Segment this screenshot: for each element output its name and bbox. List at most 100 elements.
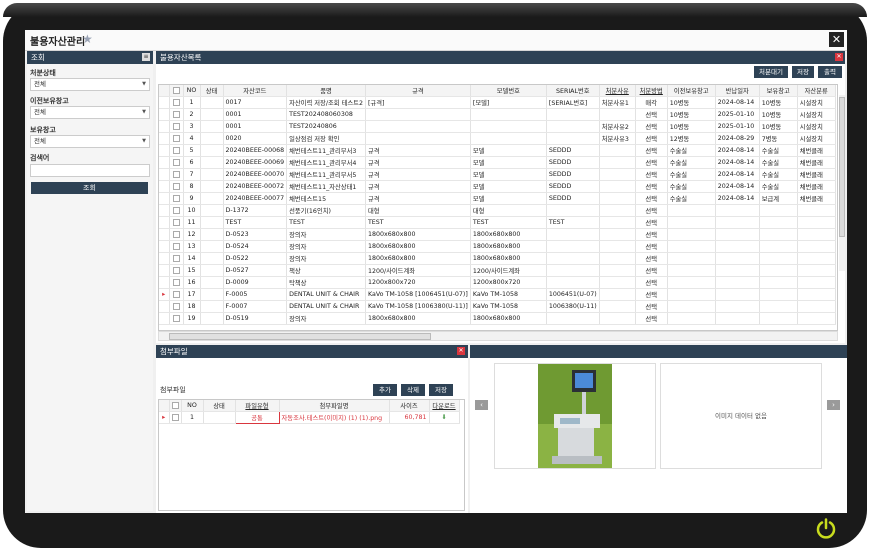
table-cell[interactable] [546, 252, 600, 265]
table-cell[interactable] [200, 264, 224, 277]
table-cell[interactable]: 장의자 [286, 252, 366, 265]
table-cell[interactable] [599, 288, 636, 301]
table-cell[interactable]: 5 [183, 144, 201, 157]
table-cell[interactable]: 선택 [635, 144, 668, 157]
table-cell[interactable]: 1200/사이드계좌 [365, 264, 471, 277]
table-cell[interactable] [759, 252, 798, 265]
row-checkbox[interactable] [169, 216, 184, 229]
checkbox[interactable] [172, 170, 180, 178]
column-header[interactable]: 처분사유 [599, 85, 636, 97]
table-cell[interactable]: 10병동 [759, 120, 798, 133]
table-cell[interactable] [667, 228, 716, 241]
table-cell[interactable] [667, 312, 716, 325]
table-cell[interactable] [599, 108, 636, 121]
table-cell[interactable] [599, 156, 636, 169]
table-row[interactable]: 16 D-0009 탁책상 1200x800x720 1200x800x720 선택 [159, 276, 836, 289]
table-cell[interactable] [200, 228, 224, 241]
column-header[interactable]: 반납일자 [715, 85, 760, 97]
table-cell[interactable]: 장의자 [286, 240, 366, 253]
table-cell[interactable]: 선택 [635, 276, 668, 289]
table-cell[interactable] [797, 252, 836, 265]
table-cell[interactable]: TEST [365, 216, 471, 229]
table-cell[interactable] [599, 300, 636, 313]
table-cell[interactable]: 10병동 [667, 120, 716, 133]
table-cell[interactable] [200, 156, 224, 169]
table-cell[interactable]: 수술실 [667, 156, 716, 169]
column-header[interactable]: 파일유형 [235, 400, 280, 412]
table-cell[interactable] [797, 228, 836, 241]
table-cell[interactable] [200, 120, 224, 133]
table-cell[interactable]: 1200x800x720 [470, 276, 547, 289]
table-cell[interactable]: DENTAL UNIT & CHAIR [286, 288, 366, 301]
table-cell[interactable]: 선택 [635, 108, 668, 121]
table-cell[interactable] [599, 144, 636, 157]
row-checkbox[interactable] [169, 264, 184, 277]
table-cell[interactable]: 채번테스트15 [286, 192, 366, 205]
table-cell[interactable] [200, 300, 224, 313]
table-cell[interactable]: D-0523 [223, 228, 288, 241]
table-cell[interactable]: F-0007 [223, 300, 288, 313]
table-cell[interactable] [797, 288, 836, 301]
table-cell[interactable]: 7병동 [759, 132, 798, 145]
table-cell[interactable]: 수술실 [759, 156, 798, 169]
table-row[interactable]: 4 0020 일상점검 저장 확인 처분사유3 선택 12병동 2024-08-29 7병동 시… [159, 132, 836, 145]
checkbox[interactable] [172, 146, 180, 154]
search-button[interactable]: 조회 [31, 182, 148, 194]
table-cell[interactable]: 채번테스트11_관리부서5 [286, 168, 366, 181]
checkbox[interactable] [171, 401, 179, 409]
table-cell[interactable]: 2024-08-14 [715, 180, 760, 193]
table-cell[interactable]: 선택 [635, 228, 668, 241]
table-cell[interactable] [715, 288, 760, 301]
select-all-checkbox[interactable] [169, 85, 184, 97]
table-cell[interactable]: 처분사유3 [599, 132, 636, 145]
table-cell[interactable]: 1800x680x800 [365, 252, 471, 265]
column-header[interactable]: NO [183, 85, 201, 97]
checkbox[interactable] [172, 302, 180, 310]
column-header[interactable]: 사이즈 [389, 400, 430, 412]
table-cell[interactable]: KaVo TM-1058 [470, 288, 547, 301]
table-cell[interactable]: 대형 [470, 204, 547, 217]
table-cell[interactable]: 7 [183, 168, 201, 181]
table-cell[interactable] [759, 288, 798, 301]
table-cell[interactable] [715, 276, 760, 289]
table-cell[interactable]: D-1372 [223, 204, 288, 217]
table-cell[interactable]: 대형 [365, 204, 471, 217]
row-checkbox[interactable] [169, 276, 184, 289]
table-cell[interactable] [667, 240, 716, 253]
table-cell[interactable] [200, 216, 224, 229]
table-cell[interactable]: 선택 [635, 120, 668, 133]
table-cell[interactable] [759, 228, 798, 241]
table-cell[interactable]: 선택 [635, 180, 668, 193]
table-cell[interactable]: 수술실 [759, 180, 798, 193]
table-cell[interactable] [599, 312, 636, 325]
table-cell[interactable]: 채번테스트11_관리부서3 [286, 144, 366, 157]
table-cell[interactable] [200, 276, 224, 289]
checkbox[interactable] [172, 266, 180, 274]
checkbox[interactable] [172, 110, 180, 118]
table-cell[interactable]: 2025-01-10 [715, 120, 760, 133]
table-cell[interactable]: 선택 [635, 312, 668, 325]
table-cell[interactable] [759, 264, 798, 277]
table-cell[interactable]: 수술실 [667, 168, 716, 181]
table-cell[interactable]: 20240BEEE-00070 [223, 168, 288, 181]
row-checkbox[interactable] [169, 252, 184, 265]
table-cell[interactable]: 시설장치 [797, 120, 836, 133]
table-cell[interactable]: 1800x680x800 [470, 228, 547, 241]
table-row[interactable]: 7 20240BEEE-00070 채번테스트11_관리부서5 규격 모델 SEDDD 선택… [159, 168, 836, 181]
table-cell[interactable] [797, 300, 836, 313]
row-checkbox[interactable] [169, 144, 184, 157]
table-cell[interactable]: 10 [183, 204, 201, 217]
table-cell[interactable]: 1800x680x800 [470, 252, 547, 265]
table-cell[interactable] [200, 288, 224, 301]
column-header[interactable]: 다운로드 [429, 400, 460, 412]
add-file-button[interactable]: 추가 [373, 384, 397, 396]
table-cell[interactable]: 선풍기(16인치) [286, 204, 366, 217]
table-cell[interactable]: 1200/사이드계좌 [470, 264, 547, 277]
table-cell[interactable]: 수술실 [759, 144, 798, 157]
table-cell[interactable] [470, 108, 547, 121]
table-cell[interactable]: 1800x680x800 [470, 312, 547, 325]
checkbox[interactable] [172, 98, 180, 106]
checkbox[interactable] [172, 290, 180, 298]
warehouse-select[interactable]: 전체 ▼ [30, 135, 150, 148]
table-cell[interactable] [470, 120, 547, 133]
